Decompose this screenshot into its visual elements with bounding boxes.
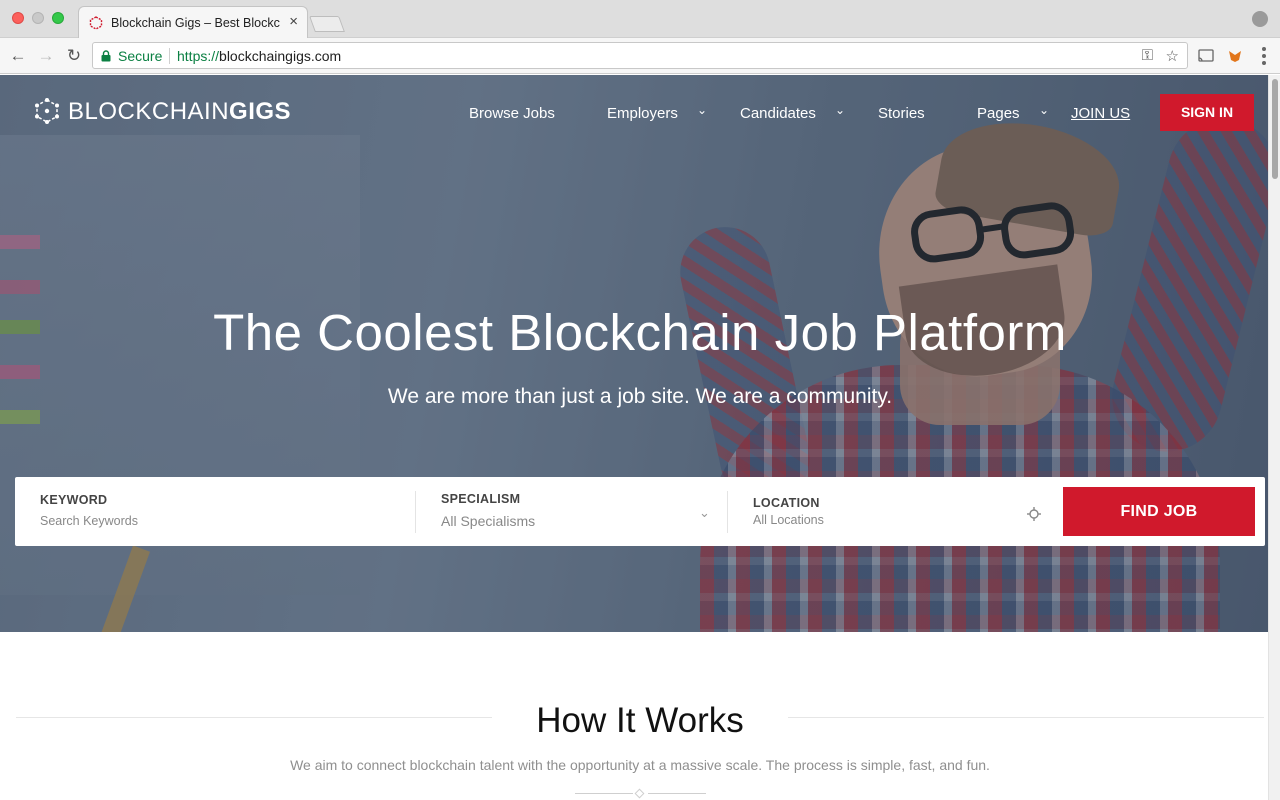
diamond-icon — [634, 788, 645, 799]
forward-icon[interactable]: → — [36, 46, 56, 66]
new-tab-button[interactable] — [309, 16, 345, 32]
how-it-works-title: How It Works — [536, 701, 744, 740]
back-icon[interactable]: ← — [8, 46, 28, 66]
browser-tab-active[interactable]: Blockchain Gigs – Best Blockc × — [78, 6, 308, 38]
chevron-down-icon[interactable]: ⌄ — [835, 103, 845, 117]
decorative-rule — [575, 793, 633, 794]
browser-toolbar: ← → ↻ Secure https://blockchaingigs.com … — [0, 38, 1280, 74]
reload-icon[interactable]: ↻ — [64, 46, 84, 66]
job-search-form: KEYWORD Search Keywords SPECIALISM All S… — [15, 477, 1265, 546]
lock-icon — [101, 50, 111, 62]
profile-icon[interactable] — [1252, 11, 1268, 27]
url-scheme: https:// — [177, 48, 220, 64]
join-us-link[interactable]: JOIN US — [1071, 105, 1130, 122]
chevron-down-icon[interactable]: ⌄ — [1039, 103, 1049, 117]
nav-employers[interactable]: Employers — [607, 105, 678, 122]
chevron-down-icon[interactable]: ⌄ — [697, 103, 707, 117]
specialism-label: SPECIALISM — [441, 492, 521, 506]
tab-close-icon[interactable]: × — [289, 13, 298, 30]
location-input[interactable]: All Locations — [753, 513, 824, 527]
chevron-down-icon[interactable]: ⌄ — [699, 505, 710, 521]
url-text[interactable]: https://blockchaingigs.com — [177, 48, 341, 64]
url-divider — [169, 48, 170, 64]
page-scrollbar[interactable] — [1268, 75, 1280, 800]
keyword-label: KEYWORD — [40, 493, 108, 507]
window-minimize-button[interactable] — [32, 12, 44, 24]
nav-browse-jobs[interactable]: Browse Jobs — [469, 105, 555, 122]
fox-extension-icon[interactable] — [1226, 47, 1244, 65]
logo-text-bold: GIGS — [229, 98, 292, 125]
hero-title: The Coolest Blockchain Job Platform — [213, 304, 1067, 361]
address-bar[interactable]: Secure https://blockchaingigs.com ⚿ ☆ — [92, 42, 1188, 69]
find-job-button[interactable]: FIND JOB — [1063, 487, 1255, 536]
url-host: blockchaingigs.com — [219, 48, 342, 64]
page-viewport: BLOCKCHAINGIGS Browse Jobs Employers ⌄ C… — [0, 75, 1268, 800]
nav-stories[interactable]: Stories — [878, 105, 925, 122]
decorative-rule — [648, 793, 706, 794]
field-divider — [415, 491, 416, 533]
browser-titlebar: Blockchain Gigs – Best Blockc × — [0, 0, 1280, 38]
window-close-button[interactable] — [12, 12, 24, 24]
favicon-icon — [89, 16, 103, 30]
nav-candidates[interactable]: Candidates — [740, 105, 816, 122]
location-label: LOCATION — [753, 496, 820, 510]
cast-icon[interactable] — [1197, 47, 1215, 65]
logo-text: BLOCKCHAINGIGS — [68, 98, 291, 126]
menu-icon[interactable] — [1262, 47, 1266, 65]
logo-mark-icon — [35, 98, 59, 124]
key-icon[interactable]: ⚿ — [1142, 47, 1153, 64]
sign-in-button[interactable]: SIGN IN — [1160, 94, 1254, 131]
hero-subtitle: We are more than just a job site. We are… — [387, 385, 893, 408]
hero-section: BLOCKCHAINGIGS Browse Jobs Employers ⌄ C… — [0, 75, 1268, 632]
crosshair-icon[interactable] — [1027, 507, 1041, 521]
nav-pages[interactable]: Pages — [977, 105, 1020, 122]
window-maximize-button[interactable] — [52, 12, 64, 24]
logo-text-light: BLOCKCHAIN — [68, 98, 230, 125]
star-icon[interactable]: ☆ — [1166, 47, 1179, 65]
field-divider — [727, 491, 728, 533]
scrollbar-thumb[interactable] — [1272, 79, 1278, 179]
how-it-works-subtitle: We aim to connect blockchain talent with… — [290, 757, 990, 773]
specialism-select[interactable]: All Specialisms — [441, 513, 535, 529]
secure-label: Secure — [118, 48, 163, 64]
keyword-input[interactable]: Search Keywords — [40, 514, 138, 528]
tab-title: Blockchain Gigs – Best Blockc — [111, 16, 280, 30]
